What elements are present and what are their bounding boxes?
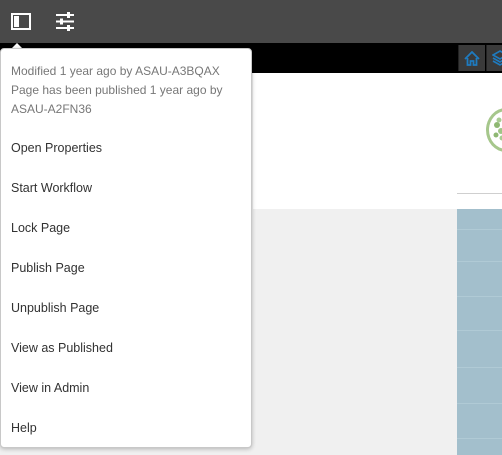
page-information-menu: Modified 1 year ago by ASAU-A3BQAX Page … <box>0 48 252 448</box>
menu-item-help[interactable]: Help <box>1 411 251 445</box>
side-panel-icon <box>11 12 31 30</box>
published-status-user: ASAU-A2FN36 <box>11 102 92 116</box>
editor-toolbar <box>0 0 502 43</box>
menu-item-unpublish-page[interactable]: Unpublish Page <box>1 291 251 325</box>
layers-button[interactable] <box>486 45 502 71</box>
hero-image <box>457 209 502 455</box>
menu-item-open-properties[interactable]: Open Properties <box>1 131 251 165</box>
logo-leaf-icon <box>493 117 502 141</box>
menu-item-lock-page[interactable]: Lock Page <box>1 211 251 245</box>
published-status: Page has been published 1 year ago by <box>11 83 223 97</box>
properties-sliders-icon <box>56 11 74 31</box>
toggle-side-panel-button[interactable] <box>5 6 37 36</box>
page-header-area <box>253 73 502 209</box>
header-divider <box>457 193 502 194</box>
home-icon <box>464 50 480 66</box>
menu-item-start-workflow[interactable]: Start Workflow <box>1 171 251 205</box>
home-button[interactable] <box>458 45 485 71</box>
modified-status: Modified 1 year ago by ASAU-A3BQAX <box>11 64 220 78</box>
menu-item-view-in-admin[interactable]: View in Admin <box>1 371 251 405</box>
page-information-button[interactable] <box>49 6 81 36</box>
menu-item-publish-page[interactable]: Publish Page <box>1 251 251 285</box>
menu-item-view-as-published[interactable]: View as Published <box>1 331 251 365</box>
layers-icon <box>492 50 502 66</box>
page-status-info: Modified 1 year ago by ASAU-A3BQAX Page … <box>11 62 241 119</box>
